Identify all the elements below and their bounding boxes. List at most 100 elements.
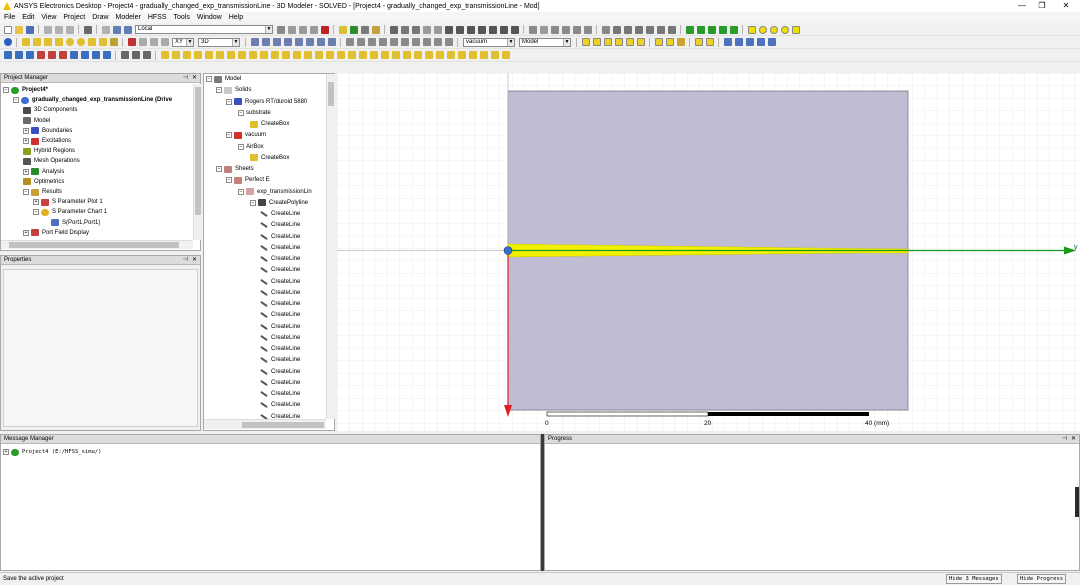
collapse-icon[interactable]: − — [216, 166, 222, 172]
solid-view-26-icon[interactable] — [435, 51, 444, 59]
solid-view-14-icon[interactable] — [303, 51, 312, 59]
collapse-icon[interactable]: − — [250, 199, 256, 206]
view-5-icon[interactable] — [645, 25, 654, 34]
solid-view-31-icon[interactable] — [490, 51, 499, 59]
collapse-icon[interactable]: − — [13, 97, 19, 104]
draw-line-icon[interactable] — [685, 25, 694, 34]
split-icon[interactable] — [283, 38, 292, 46]
new-icon[interactable] — [3, 25, 12, 34]
draw-arc-2-icon[interactable] — [718, 25, 727, 34]
solid-view-23-icon[interactable] — [402, 51, 411, 59]
project-tree-item[interactable]: 3D Components — [23, 105, 77, 115]
menu-hfss[interactable]: HFSS — [148, 14, 167, 21]
model-tree-item[interactable]: − Model — [206, 74, 241, 84]
snap-vertex-icon[interactable] — [592, 38, 601, 46]
menu-file[interactable]: File — [4, 14, 15, 21]
model-tree-item[interactable]: CreateLine — [260, 254, 300, 264]
plot-field-5-icon[interactable] — [767, 38, 776, 46]
model-tree-item[interactable]: CreateBox — [250, 153, 289, 163]
draw-sphere-icon[interactable] — [65, 38, 74, 46]
expand-icon[interactable]: + — [23, 138, 29, 144]
draw-torus-icon[interactable] — [76, 38, 85, 46]
pan-icon[interactable] — [400, 25, 409, 34]
select-face-icon[interactable] — [705, 38, 714, 46]
model-tree-item[interactable]: CreateLine — [260, 220, 300, 230]
pan-2-icon[interactable] — [572, 25, 581, 34]
expand-icon[interactable]: + — [3, 449, 9, 455]
solid-view-25-icon[interactable] — [424, 51, 433, 59]
drawing-plane-select[interactable]: XY ▼ — [172, 37, 194, 47]
duplicate-3-icon[interactable] — [411, 38, 420, 46]
project-tree-item[interactable]: − Results — [23, 187, 62, 197]
port-3-icon[interactable] — [91, 51, 100, 59]
mesh-3-icon[interactable] — [142, 51, 151, 59]
plot-field-icon[interactable] — [723, 38, 732, 46]
orient-icon[interactable] — [422, 25, 431, 34]
object-cs-icon[interactable] — [309, 25, 318, 34]
save-icon[interactable] — [25, 25, 34, 34]
model-tree-item[interactable]: CreateLine — [260, 378, 300, 388]
rotate-right-icon[interactable] — [466, 25, 475, 34]
scroll-thumb[interactable] — [9, 242, 179, 248]
duplicate-5-icon[interactable] — [433, 38, 442, 46]
solid-view-24-icon[interactable] — [413, 51, 422, 59]
zoom-area-icon[interactable] — [528, 25, 537, 34]
solid-view-12-icon[interactable] — [281, 51, 290, 59]
collapse-icon[interactable]: − — [23, 189, 29, 195]
solid-view-19-icon[interactable] — [358, 51, 367, 59]
mesh-icon[interactable] — [120, 51, 129, 59]
model-tree-item[interactable]: − Perfect E — [226, 175, 270, 185]
collapse-icon[interactable]: − — [33, 209, 39, 216]
menu-draw[interactable]: Draw — [92, 14, 108, 21]
solid-view-15-icon[interactable] — [314, 51, 323, 59]
scale-icon[interactable] — [378, 38, 387, 46]
results-icon[interactable] — [360, 25, 369, 34]
solid-view-9-icon[interactable] — [248, 51, 257, 59]
model-tree-item[interactable]: − substrate — [238, 108, 271, 118]
draw-spiral-icon[interactable] — [98, 38, 107, 46]
fit-all-icon[interactable] — [550, 25, 559, 34]
model-tree-item[interactable]: CreateLine — [260, 209, 300, 219]
model-tree-item[interactable]: CreateLine — [260, 333, 300, 343]
restore-button[interactable]: ❐ — [1030, 0, 1054, 12]
model-tree-item[interactable]: CreateLine — [260, 322, 300, 332]
menu-project[interactable]: Project — [63, 14, 85, 21]
material-select[interactable]: vacuum ▼ — [463, 37, 515, 47]
model-tree-item[interactable]: CreateLine — [260, 344, 300, 354]
draw-spline-icon[interactable] — [696, 25, 705, 34]
model-tree-item[interactable]: − vacuum — [226, 130, 266, 140]
model-tree-hscroll[interactable] — [204, 419, 326, 429]
menu-window[interactable]: Window — [197, 14, 222, 21]
drawing-mode-select[interactable]: 3D ▼ — [198, 37, 240, 47]
collapse-icon[interactable]: − — [206, 76, 212, 82]
model-tree-item[interactable]: − CreatePolyline — [250, 198, 308, 208]
project-tree-item[interactable]: Mesh Operations — [23, 156, 80, 166]
solid-view-22-icon[interactable] — [391, 51, 400, 59]
cut-icon[interactable] — [43, 25, 52, 34]
duplicate-2-icon[interactable] — [400, 38, 409, 46]
solid-view-6-icon[interactable] — [215, 51, 224, 59]
open-icon[interactable] — [14, 25, 23, 34]
solid-view-16-icon[interactable] — [325, 51, 334, 59]
collapse-icon[interactable]: − — [226, 98, 232, 105]
project-tree-item[interactable]: + Excitations — [23, 136, 71, 146]
draw-cylinder-icon[interactable] — [32, 38, 41, 46]
solid-view-icon[interactable] — [160, 51, 169, 59]
message-entry[interactable]: + Project4 (E:/HFSS_simu/) — [3, 447, 101, 457]
collapse-icon[interactable]: − — [238, 188, 244, 195]
model-tree-item[interactable]: CreateLine — [260, 232, 300, 242]
project-tree-item[interactable]: Model — [23, 116, 50, 126]
solid-view-21-icon[interactable] — [380, 51, 389, 59]
model-tree-item[interactable]: CreateBox — [250, 119, 289, 129]
model-tree-item[interactable]: CreateLine — [260, 389, 300, 399]
grid-2-icon[interactable] — [665, 38, 674, 46]
pin-icon[interactable]: ⊣ — [183, 256, 188, 265]
solid-view-2-icon[interactable] — [171, 51, 180, 59]
spin-4-icon[interactable] — [510, 25, 519, 34]
expand-icon[interactable]: + — [33, 199, 39, 206]
model-tree-item[interactable]: CreateLine — [260, 265, 300, 275]
field-overlay-icon[interactable] — [371, 25, 380, 34]
scroll-thumb[interactable] — [242, 422, 324, 428]
plot-field-3-icon[interactable] — [745, 38, 754, 46]
project-tree-item[interactable]: + Boundaries — [23, 126, 72, 136]
